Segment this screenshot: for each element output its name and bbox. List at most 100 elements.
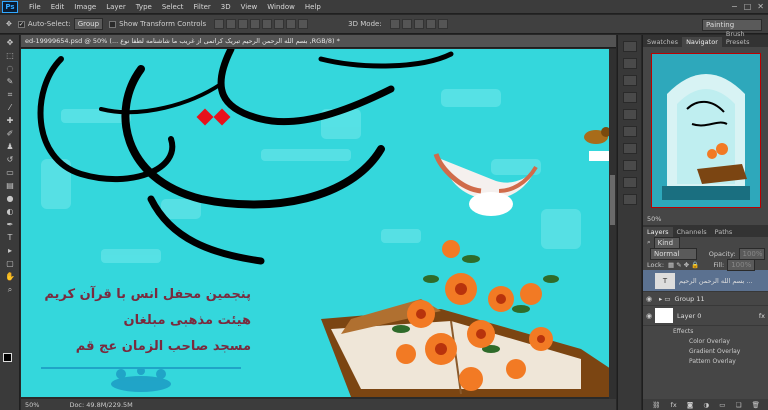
align-bottom-button[interactable] bbox=[238, 19, 249, 29]
menu-help[interactable]: Help bbox=[300, 3, 326, 11]
minimize-icon[interactable]: − bbox=[731, 2, 738, 11]
menu-file[interactable]: File bbox=[24, 3, 46, 11]
crop-tool[interactable]: ⌗ bbox=[3, 89, 17, 100]
distribute-button[interactable] bbox=[286, 19, 297, 29]
tab-channels[interactable]: Channels bbox=[673, 227, 711, 237]
align-left-button[interactable] bbox=[250, 19, 261, 29]
move-tool-icon[interactable]: ✥ bbox=[6, 20, 12, 28]
adjustment-icon[interactable]: ◑ bbox=[703, 401, 709, 409]
foreground-color-swatch[interactable] bbox=[3, 353, 12, 362]
trash-icon[interactable]: 🗑 bbox=[752, 401, 760, 409]
styles-icon[interactable] bbox=[623, 109, 637, 120]
menu-view[interactable]: View bbox=[236, 3, 263, 11]
hand-tool[interactable]: ✋ bbox=[3, 271, 17, 282]
scrollbar-thumb[interactable] bbox=[610, 175, 615, 225]
tab-swatches[interactable]: Swatches bbox=[643, 37, 682, 47]
history-icon[interactable] bbox=[623, 41, 637, 52]
panel-icon-strip bbox=[617, 35, 641, 410]
marquee-tool[interactable]: ⬚ bbox=[3, 50, 17, 61]
brush-tool[interactable]: ✐ bbox=[3, 128, 17, 139]
type-tool[interactable]: T bbox=[3, 232, 17, 243]
properties-icon[interactable] bbox=[623, 75, 637, 86]
show-transform-checkbox[interactable] bbox=[109, 20, 117, 28]
adjustments-icon[interactable] bbox=[623, 92, 637, 103]
auto-select-checkbox[interactable]: ✓ bbox=[17, 20, 25, 28]
mask-icon[interactable]: ◙ bbox=[687, 401, 693, 409]
window-controls: − □ ✕ bbox=[731, 2, 764, 11]
distribute-h-button[interactable] bbox=[298, 19, 309, 29]
dodge-tool[interactable]: ◐ bbox=[3, 206, 17, 217]
menu-edit[interactable]: Edit bbox=[46, 3, 70, 11]
move-tool[interactable]: ✥ bbox=[3, 37, 17, 48]
doc-size[interactable]: Doc: 49.8M/229.5M bbox=[69, 401, 132, 409]
menu-select[interactable]: Select bbox=[157, 3, 189, 11]
document-canvas[interactable]: پنجمین محفل انس با قرآن کریم هیئت مذهبی … bbox=[21, 49, 611, 397]
eye-icon[interactable]: ◉ bbox=[643, 312, 655, 320]
history-brush-tool[interactable]: ↺ bbox=[3, 154, 17, 165]
3d-scale-button[interactable] bbox=[437, 19, 448, 29]
blur-tool[interactable]: ● bbox=[3, 193, 17, 204]
layer-row-text[interactable]: T بسم الله الرحمن الرحیم ... bbox=[643, 270, 768, 292]
3d-pan-button[interactable] bbox=[413, 19, 424, 29]
link-icon[interactable]: ⛓ bbox=[652, 401, 660, 409]
close-icon[interactable]: ✕ bbox=[757, 2, 764, 11]
paragraph-icon[interactable] bbox=[623, 143, 637, 154]
path-select-tool[interactable]: ▸ bbox=[3, 245, 17, 256]
brush-icon[interactable] bbox=[623, 160, 637, 171]
3d-slide-button[interactable] bbox=[425, 19, 436, 29]
effect-pattern-overlay[interactable]: Pattern Overlay bbox=[643, 356, 768, 366]
pen-tool[interactable]: ✒ bbox=[3, 219, 17, 230]
folder-add-icon[interactable]: ▭ bbox=[719, 401, 725, 409]
effects-label[interactable]: Effects bbox=[643, 326, 768, 336]
align-middle-button[interactable] bbox=[226, 19, 237, 29]
quick-select-tool[interactable]: ✎ bbox=[3, 76, 17, 87]
healing-tool[interactable]: ✚ bbox=[3, 115, 17, 126]
character-icon[interactable] bbox=[623, 126, 637, 137]
canvas-area[interactable]: پنجمین محفل انس با قرآن کریم هیئت مذهبی … bbox=[21, 49, 616, 399]
3d-orbit-button[interactable] bbox=[389, 19, 400, 29]
align-center-button[interactable] bbox=[262, 19, 273, 29]
lock-icon[interactable]: ▦ ✎ ✥ 🔒 bbox=[668, 261, 699, 269]
zoom-tool[interactable]: ⌕ bbox=[3, 284, 17, 295]
align-top-button[interactable] bbox=[214, 19, 225, 29]
navigator-zoom[interactable]: 50% bbox=[647, 215, 661, 223]
fill-field[interactable]: 100% bbox=[727, 258, 756, 271]
maximize-icon[interactable]: □ bbox=[744, 2, 752, 11]
menu-type[interactable]: Type bbox=[131, 3, 157, 11]
tab-layers[interactable]: Layers bbox=[643, 227, 673, 237]
lasso-tool[interactable]: ◌ bbox=[3, 63, 17, 74]
tab-brush-presets[interactable]: Brush Presets bbox=[722, 29, 768, 47]
tool-presets-icon[interactable] bbox=[623, 194, 637, 205]
eyedropper-tool[interactable]: ⁄ bbox=[3, 102, 17, 113]
new-layer-icon[interactable]: ❏ bbox=[736, 401, 742, 409]
fx-icon[interactable]: fx bbox=[759, 312, 765, 320]
eye-icon[interactable]: ◉ bbox=[643, 295, 655, 303]
navigator-preview[interactable] bbox=[651, 53, 761, 208]
menu-layer[interactable]: Layer bbox=[101, 3, 131, 11]
clone-source-icon[interactable] bbox=[623, 177, 637, 188]
shape-tool[interactable]: ▢ bbox=[3, 258, 17, 269]
fx-add-icon[interactable]: fx bbox=[671, 401, 677, 409]
menu-filter[interactable]: Filter bbox=[188, 3, 215, 11]
document-tab[interactable]: ed-19999654.psd @ 50% (... بسم الله الرح… bbox=[21, 35, 616, 48]
menu-3d[interactable]: 3D bbox=[216, 3, 236, 11]
vertical-scrollbar[interactable] bbox=[609, 49, 616, 400]
gradient-tool[interactable]: ▤ bbox=[3, 180, 17, 191]
layer-name: بسم الله الرحمن الرحیم ... bbox=[679, 276, 753, 285]
blend-mode-dropdown[interactable]: Normal bbox=[650, 247, 697, 260]
layer-row-layer0[interactable]: ◉ Layer 0 fx bbox=[643, 306, 768, 326]
menu-image[interactable]: Image bbox=[69, 3, 101, 11]
effect-gradient-overlay[interactable]: Gradient Overlay bbox=[643, 346, 768, 356]
3d-roll-button[interactable] bbox=[401, 19, 412, 29]
eraser-tool[interactable]: ▭ bbox=[3, 167, 17, 178]
auto-select-dropdown[interactable]: Group bbox=[73, 18, 104, 30]
tab-navigator[interactable]: Navigator bbox=[682, 37, 722, 47]
layer-row-group[interactable]: ◉ ▸ ▭ Group 11 bbox=[643, 292, 768, 306]
effect-color-overlay[interactable]: Color Overlay bbox=[643, 336, 768, 346]
align-right-button[interactable] bbox=[274, 19, 285, 29]
actions-icon[interactable] bbox=[623, 58, 637, 69]
stamp-tool[interactable]: ♟ bbox=[3, 141, 17, 152]
tab-paths[interactable]: Paths bbox=[711, 227, 737, 237]
zoom-readout[interactable]: 50% bbox=[25, 401, 39, 409]
menu-window[interactable]: Window bbox=[262, 3, 300, 11]
